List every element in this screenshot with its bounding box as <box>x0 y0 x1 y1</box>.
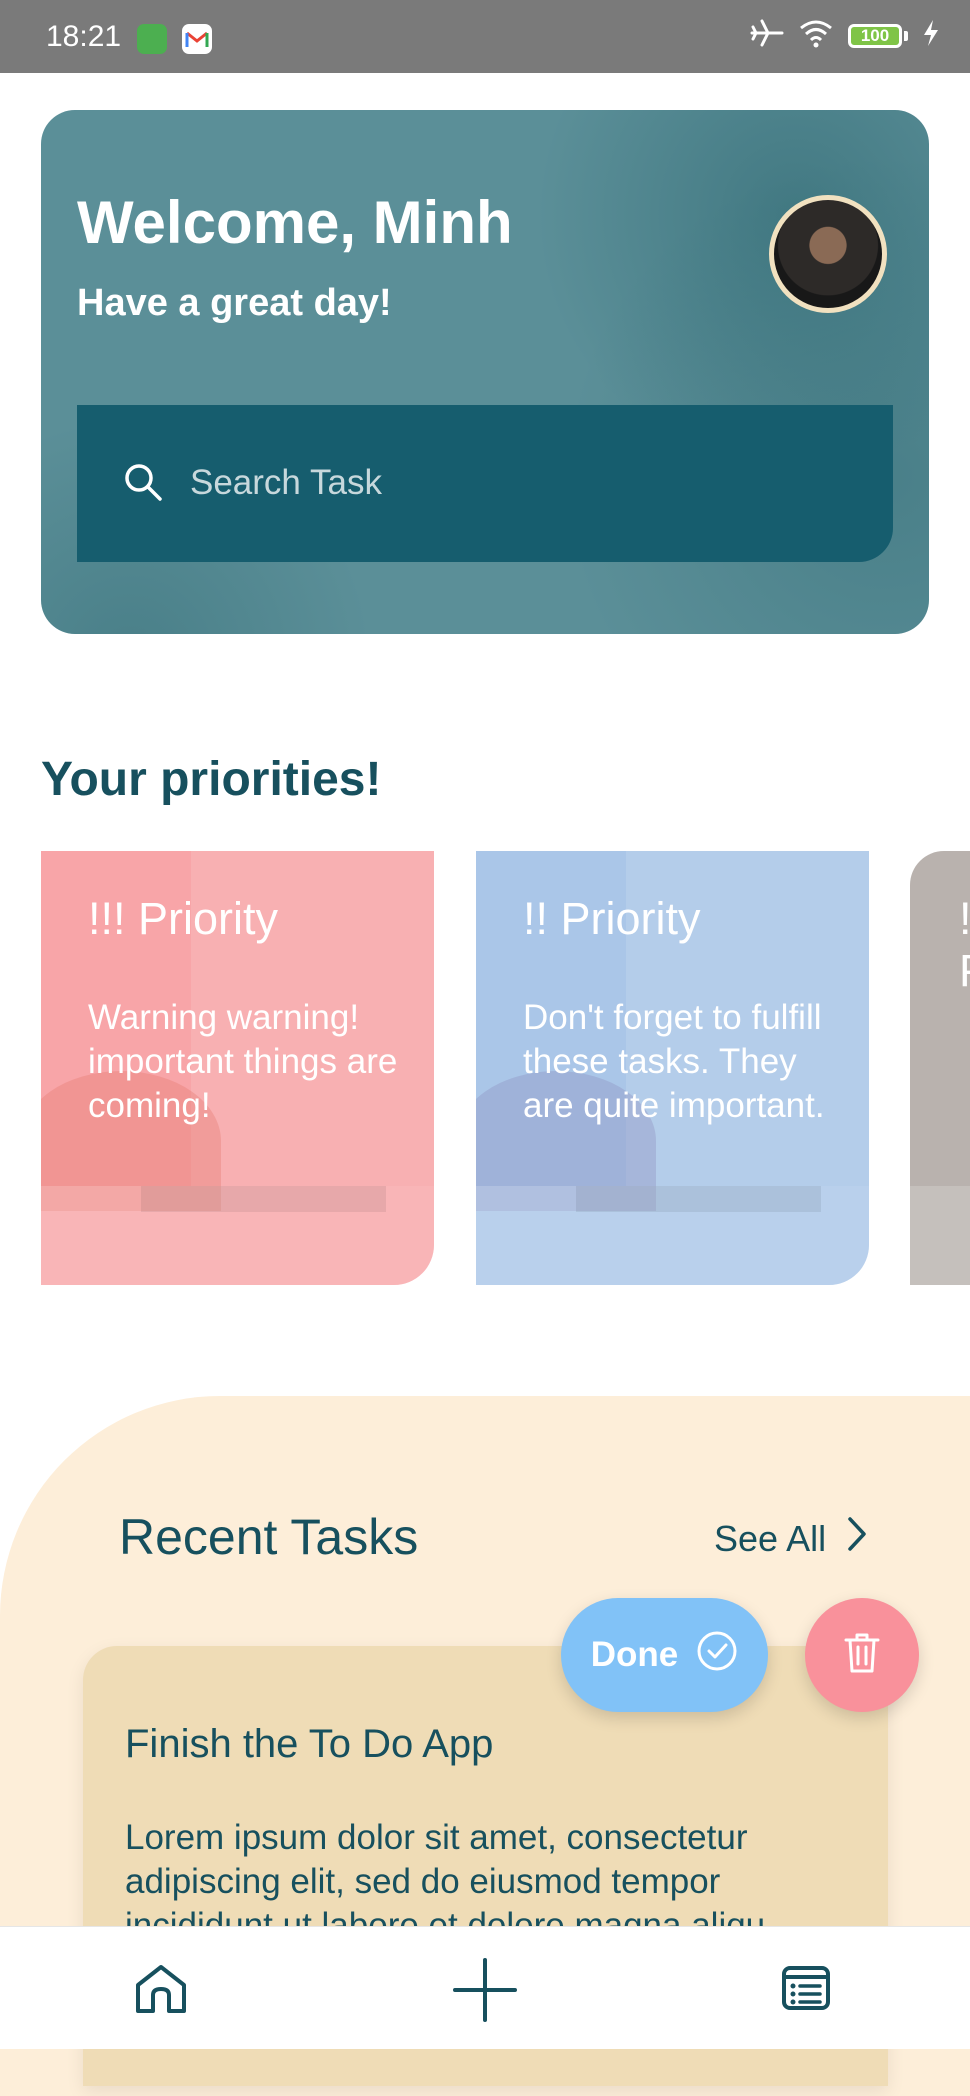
priority-card-title: ! Priority <box>959 893 970 997</box>
chevron-right-icon <box>846 1516 868 1561</box>
bottom-navigation <box>0 1926 970 2049</box>
done-button[interactable]: Done <box>561 1598 768 1712</box>
home-icon[interactable] <box>133 1963 189 2020</box>
search-input[interactable]: Search Task <box>77 405 893 562</box>
priority-card-low[interactable]: ! Priority <box>910 851 970 1285</box>
status-time: 18:21 <box>46 20 122 53</box>
welcome-title: Welcome, Minh <box>77 189 513 256</box>
search-placeholder: Search Task <box>190 463 382 502</box>
priority-card-body: Don't forget to fulfill these tasks. The… <box>523 998 825 1125</box>
card-decoration <box>910 1186 970 1285</box>
task-title: Finish the To Do App <box>125 1722 494 1766</box>
priority-card-body: Warning warning! important things are co… <box>88 998 398 1125</box>
priority-card-high[interactable]: !!! Priority Warning warning! important … <box>41 851 434 1285</box>
card-decoration <box>141 1186 386 1212</box>
priority-card-title: !!! Priority <box>88 893 279 944</box>
list-icon[interactable] <box>781 1965 831 2016</box>
user-avatar[interactable] <box>769 195 887 313</box>
priorities-title: Your priorities! <box>41 753 382 806</box>
plus-icon[interactable] <box>452 1957 518 2028</box>
battery-terminal <box>904 30 908 41</box>
charging-icon <box>922 19 940 52</box>
delete-button[interactable] <box>805 1598 919 1712</box>
recent-tasks-title: Recent Tasks <box>119 1509 419 1565</box>
card-decoration <box>576 1186 821 1212</box>
check-circle-icon <box>696 1630 738 1681</box>
greeting-subtitle: Have a great day! <box>77 282 392 324</box>
status-bar: 18:21 100 <box>0 0 970 73</box>
app-notification-icon <box>137 24 167 54</box>
priority-card-title: !! Priority <box>523 893 701 944</box>
trash-icon <box>842 1631 882 1680</box>
battery-icon: 100 <box>848 23 902 48</box>
airplane-icon <box>750 18 784 53</box>
header-card: Welcome, Minh Have a great day! Search T… <box>41 110 929 634</box>
see-all-label: See All <box>714 1517 827 1559</box>
priority-card-medium[interactable]: !! Priority Don't forget to fulfill thes… <box>476 851 869 1285</box>
see-all-link[interactable]: See All <box>714 1516 868 1561</box>
search-icon <box>122 461 164 508</box>
gmail-icon <box>182 24 212 54</box>
done-label: Done <box>590 1635 679 1674</box>
wifi-icon <box>798 18 834 53</box>
